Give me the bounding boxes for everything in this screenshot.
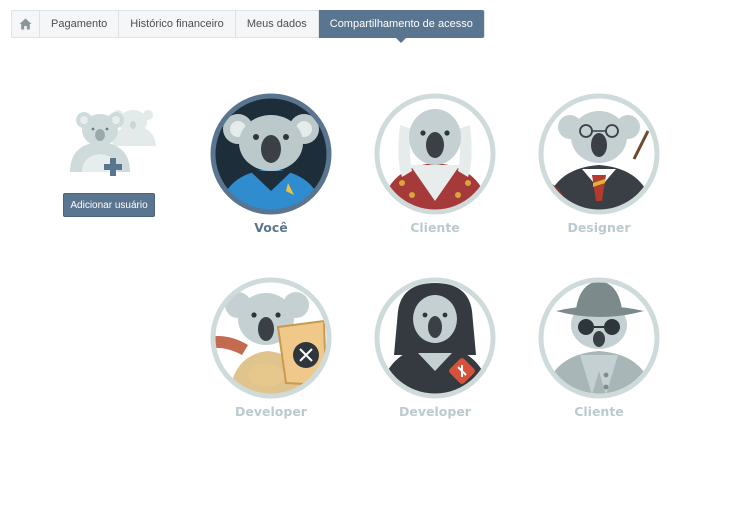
koala-spy-avatar <box>538 277 660 399</box>
add-user-button[interactable]: Adicionar usuário <box>63 193 155 217</box>
koala-scroll-avatar <box>210 277 332 399</box>
koala-royal-avatar <box>374 93 496 215</box>
user-name: Cliente <box>574 404 624 419</box>
user-name: Developer <box>399 404 471 419</box>
tab-meus-dados[interactable]: Meus dados <box>235 11 319 37</box>
add-koala-users-icon <box>70 110 156 176</box>
user-card-designer[interactable]: Designer <box>536 91 662 235</box>
user-card-cliente-2[interactable]: Cliente <box>536 275 662 419</box>
user-card-developer-1[interactable]: Developer <box>208 275 334 419</box>
koala-starfleet-avatar <box>210 93 332 215</box>
add-user-illustration <box>62 102 156 187</box>
tab-historico-financeiro[interactable]: Histórico financeiro <box>119 11 236 37</box>
user-card-developer-2[interactable]: Developer <box>372 275 498 419</box>
user-card-cliente[interactable]: Cliente <box>372 91 498 235</box>
home-icon <box>19 18 32 30</box>
user-name: Designer <box>567 220 631 235</box>
koala-hoodie-avatar <box>374 277 496 399</box>
user-card-voce[interactable]: Você <box>208 91 334 235</box>
tab-home[interactable] <box>12 11 40 37</box>
user-name: Cliente <box>410 220 460 235</box>
tab-compartilhamento-de-acesso[interactable]: Compartilhamento de acesso <box>318 10 484 43</box>
tab-pagamento[interactable]: Pagamento <box>40 11 120 37</box>
user-name: Developer <box>235 404 307 419</box>
breadcrumb-tabs: Pagamento Histórico financeiro Meus dado… <box>11 10 485 43</box>
koala-wizard-avatar <box>538 93 660 215</box>
user-name: Você <box>254 220 288 235</box>
